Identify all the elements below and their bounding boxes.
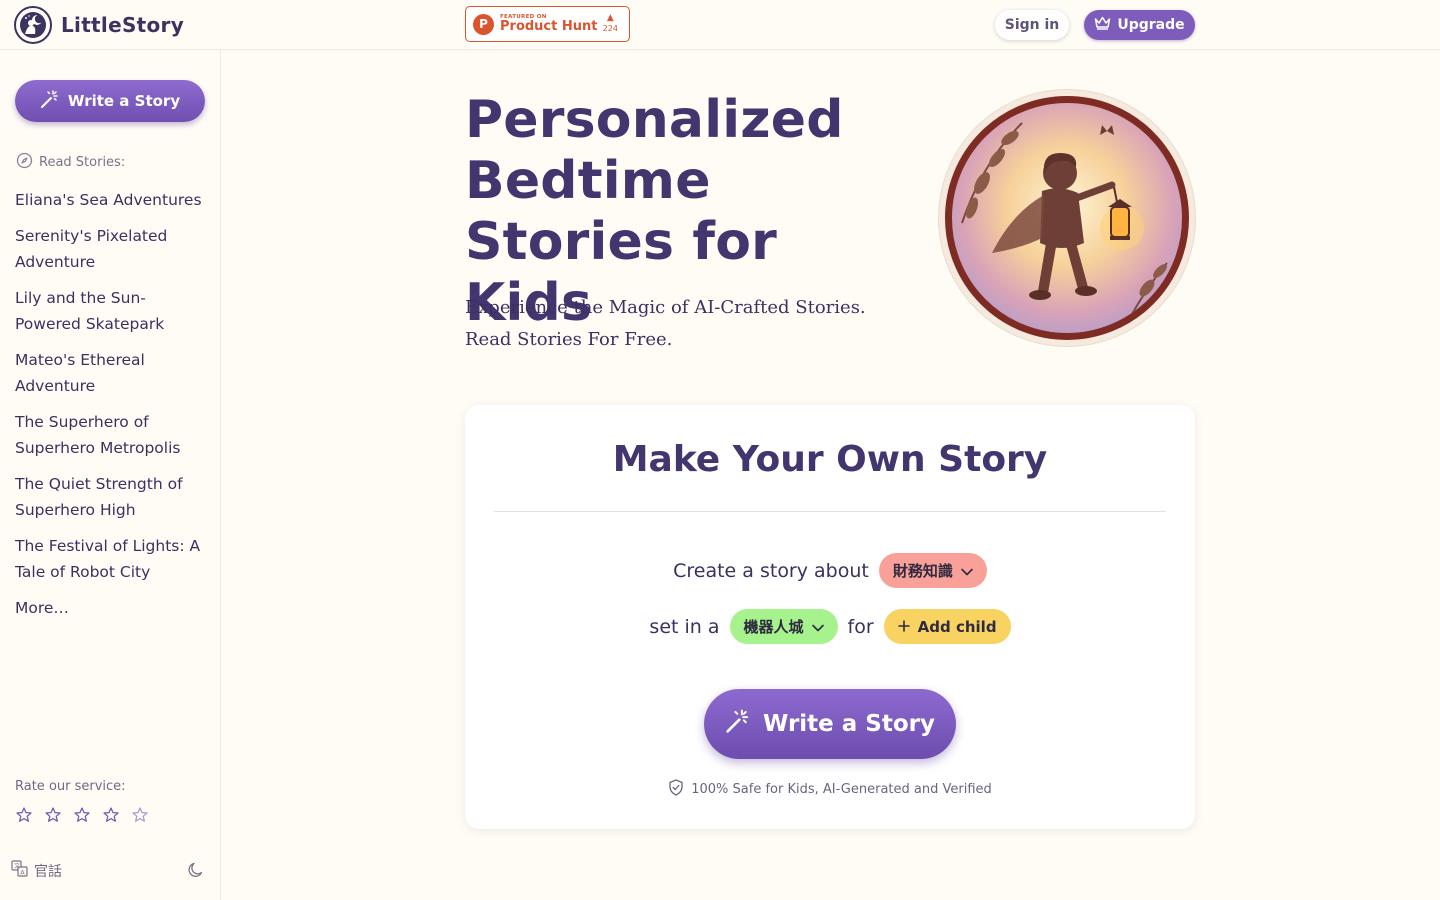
chevron-down-icon	[961, 562, 973, 580]
top-bar: LittleStory P FEATURED ON Product Hunt ▲…	[0, 0, 1440, 50]
for-label: for	[847, 615, 874, 638]
compass-icon	[16, 152, 33, 173]
story-link-mateos-ethereal-adventure[interactable]: Mateo's Ethereal Adventure	[15, 347, 210, 399]
rate-service-label: Rate our service:	[15, 779, 126, 794]
add-child-button[interactable]: Add child	[883, 609, 1011, 644]
upgrade-label: Upgrade	[1117, 17, 1185, 33]
svg-text:A: A	[20, 868, 25, 876]
card-divider	[494, 511, 1166, 512]
language-label: 官話	[34, 863, 62, 880]
topic-value: 財務知識	[892, 562, 953, 580]
topic-dropdown[interactable]: 財務知識	[878, 553, 987, 588]
product-hunt-name: Product Hunt	[500, 19, 598, 34]
language-switcher[interactable]: 文 A 官話	[11, 860, 62, 881]
dark-mode-toggle-moon-icon[interactable]	[187, 861, 205, 883]
story-link-superhero-of-superhero-metropolis[interactable]: The Superhero of Superhero Metropolis	[15, 409, 210, 461]
upgrade-button[interactable]: Upgrade	[1084, 10, 1195, 40]
brand-logo-link[interactable]: LittleStory	[14, 6, 184, 44]
product-hunt-badge[interactable]: P FEATURED ON Product Hunt ▲ 224	[465, 6, 630, 42]
story-link-lily-sun-powered-skatepark[interactable]: Lily and the Sun-Powered Skatepark	[15, 285, 210, 337]
plus-icon	[897, 618, 910, 636]
translate-icon: 文 A	[11, 860, 28, 881]
story-topic-row: Create a story about 財務知識	[465, 553, 1195, 588]
magic-wand-icon	[40, 89, 60, 113]
sidebar-write-story-label: Write a Story	[67, 92, 181, 110]
sign-in-button[interactable]: Sign in	[995, 10, 1069, 40]
story-link-serenitys-pixelated-adventure[interactable]: Serenity's Pixelated Adventure	[15, 223, 210, 275]
read-stories-heading: Read Stories:	[16, 152, 125, 173]
crown-icon	[1094, 16, 1111, 34]
more-stories-link[interactable]: More…	[15, 595, 210, 621]
brand-name: LittleStory	[61, 13, 185, 37]
star-icon[interactable]	[15, 806, 33, 824]
hero-illustration	[939, 90, 1195, 346]
story-link-elianas-sea-adventures[interactable]: Eliana's Sea Adventures	[15, 187, 210, 213]
add-child-label: Add child	[917, 617, 997, 636]
shield-check-icon	[668, 779, 684, 800]
topic-prefix-label: Create a story about	[673, 559, 869, 582]
product-hunt-logo-icon: P	[473, 13, 494, 35]
story-link-festival-of-lights[interactable]: The Festival of Lights: A Tale of Robot …	[15, 533, 210, 585]
svg-text:文: 文	[14, 862, 20, 870]
upvote-arrow-icon: ▲	[606, 13, 614, 23]
star-icon[interactable]	[131, 806, 149, 824]
star-icon[interactable]	[73, 806, 91, 824]
star-icon[interactable]	[44, 806, 62, 824]
magic-wand-icon	[725, 708, 751, 740]
story-setting-row: set in a 機器人城 for Add child	[465, 609, 1195, 644]
chevron-down-icon	[811, 618, 824, 636]
safety-note: 100% Safe for Kids, AI-Generated and Ver…	[465, 779, 1195, 800]
sidebar: Write a Story Read Stories: Eliana's Sea…	[0, 50, 221, 900]
rating-stars	[15, 806, 149, 824]
safety-note-text: 100% Safe for Kids, AI-Generated and Ver…	[691, 782, 992, 797]
setting-value: 機器人城	[743, 618, 804, 636]
read-stories-label: Read Stories:	[39, 155, 126, 170]
sidebar-write-story-button[interactable]: Write a Story	[15, 80, 205, 122]
product-hunt-vote-count: 224	[602, 24, 618, 33]
make-story-card: Make Your Own Story Create a story about…	[465, 405, 1195, 829]
write-story-label: Write a Story	[762, 711, 936, 737]
star-icon[interactable]	[102, 806, 120, 824]
story-link-quiet-strength-superhero-high[interactable]: The Quiet Strength of Superhero High	[15, 471, 210, 523]
hero-subtitle: Experience the Magic of AI-Crafted Stori…	[465, 297, 866, 350]
brand-logo-icon	[14, 6, 52, 44]
make-story-title: Make Your Own Story	[612, 439, 1048, 480]
setting-prefix-label: set in a	[649, 615, 720, 638]
write-story-button[interactable]: Write a Story	[704, 689, 956, 759]
setting-dropdown[interactable]: 機器人城	[729, 609, 838, 644]
story-list: Eliana's Sea Adventures Serenity's Pixel…	[15, 187, 210, 631]
